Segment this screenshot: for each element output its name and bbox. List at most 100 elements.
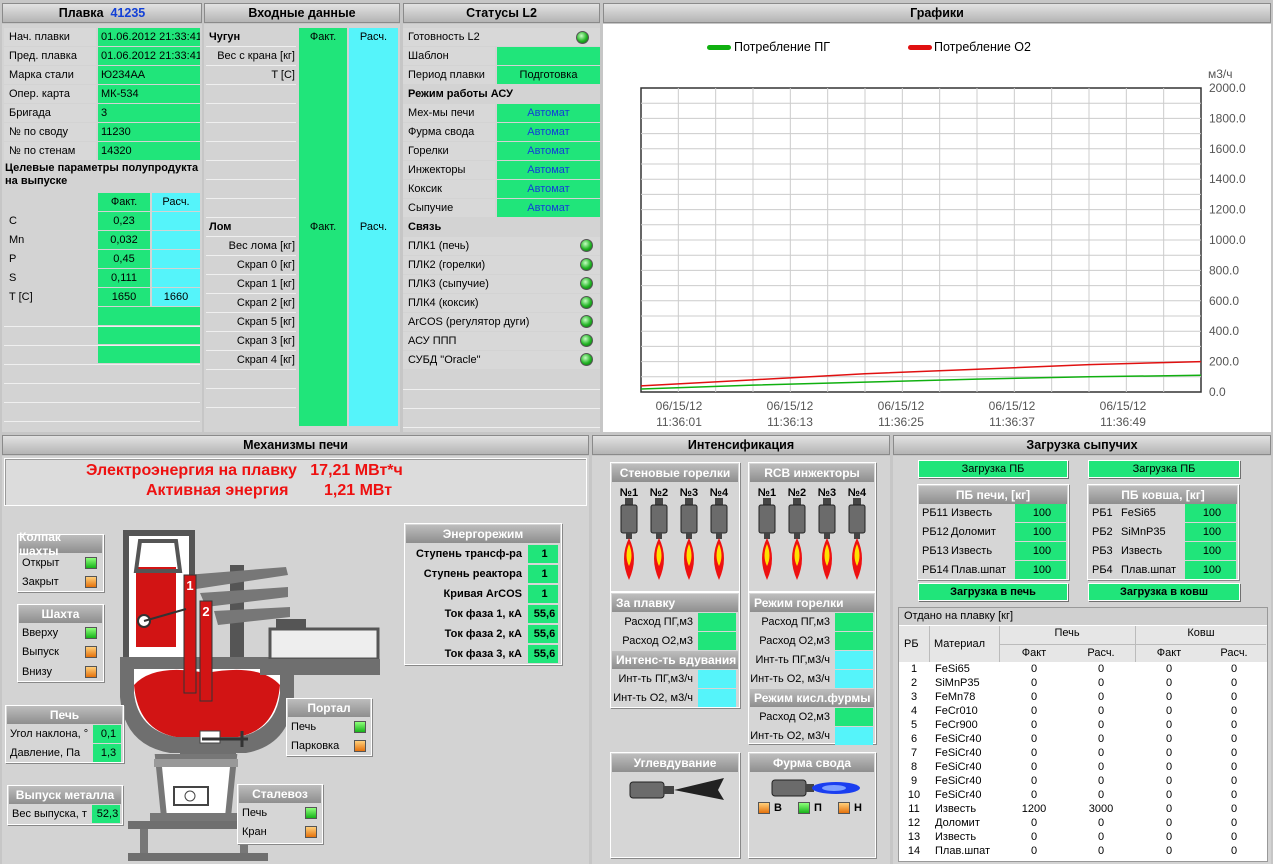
ugl-title: Углевдувание [612, 754, 738, 772]
mode-value: Автомат [497, 104, 600, 122]
otdano-pech-calc: 0 [1097, 733, 1105, 745]
row-divider [206, 274, 296, 275]
otdano-pech-fact: 0 [1030, 845, 1038, 857]
chugun-row-label: T [C] [271, 69, 295, 81]
kolpak-open-label: Открыт [22, 557, 60, 569]
rezhim-row-value [835, 651, 873, 669]
col-pech-fact: Факт [1021, 647, 1047, 659]
load-pb-furnace-button[interactable]: Загрузка ПБ [918, 460, 1068, 478]
link-status-led-icon [580, 315, 593, 328]
otdano-kovsh-fact: 0 [1165, 691, 1173, 703]
int-row-label: Инт-ть О2, м3/ч [613, 692, 693, 704]
mode-value: Автомат [497, 142, 600, 160]
row-divider [206, 407, 296, 408]
vypusk-weight-value: 52,3 [92, 805, 120, 823]
otdano-material: SiMnP35 [935, 677, 980, 689]
int-row-value [698, 689, 736, 707]
chugun-label: Чугун [209, 31, 241, 43]
otdano-pech-calc: 0 [1097, 845, 1105, 857]
otdano-material: FeSiCr40 [935, 761, 982, 773]
za-plavku-row-value [698, 632, 736, 650]
row-divider [206, 293, 296, 294]
link-title: Связь [408, 221, 442, 233]
plavka-row-value: Ю234АА [98, 66, 200, 84]
status-header: Статусы L2 [403, 3, 600, 23]
pb-pechi-rb: РБ11 [922, 507, 948, 519]
pb-pechi-material: Доломит [951, 526, 996, 538]
furma-mid-label: П [814, 802, 822, 814]
int-row-value [698, 670, 736, 688]
intens-title: Интенсификация [687, 438, 795, 452]
energo-row-label: Ток фаза 2, кА [444, 628, 522, 640]
row-divider [206, 160, 296, 161]
plavka-title: Плавка [58, 6, 104, 20]
furma-title: Фурма свода [750, 754, 874, 772]
row-divider [206, 179, 296, 180]
kisl-title: Режим кисл.фурмы [750, 689, 874, 707]
period-label: Период плавки [403, 66, 495, 84]
portal-parking-indicator-icon [354, 740, 366, 752]
load-header: Загрузка сыпучих [893, 435, 1271, 455]
rezhim-row-label: Инт-ть ПГ,м3/ч [755, 654, 830, 666]
lom-row-label: Скрап 5 [кг] [236, 316, 295, 328]
row-divider [206, 84, 296, 85]
rezhim-row-value [835, 613, 873, 631]
input-col-fact: Факт. [309, 31, 337, 43]
otdano-rb: 2 [910, 677, 918, 689]
x-tick-time: 11:36:01 [656, 415, 702, 429]
row-divider [206, 350, 296, 351]
kisl-row-label: Расход О2,м3 [759, 711, 830, 723]
otdano-kovsh-calc: 0 [1230, 845, 1238, 857]
burner-flame-icon [710, 498, 728, 580]
lom-col-calc: Расч. [349, 218, 398, 236]
col-kovsh-fact: Факт [1156, 647, 1182, 659]
target-param-fact: 0,45 [98, 250, 150, 268]
link-status-led-icon [580, 353, 593, 366]
otdano-pech-fact: 0 [1030, 775, 1038, 787]
pb-kovsha-rb: РБ2 [1092, 526, 1113, 538]
pb-pechi-material: Известь [951, 507, 993, 519]
otdano-pech-fact: 0 [1030, 761, 1038, 773]
row-divider [4, 402, 200, 403]
link-label: ПЛК2 (горелки) [403, 256, 600, 274]
x-tick-time: 11:36:25 [878, 415, 924, 429]
otdano-pech-calc: 0 [1097, 719, 1105, 731]
otdano-pech-calc: 0 [1097, 677, 1105, 689]
otdano-material: Плав.шпат [935, 845, 991, 857]
shahta-down-label: Внизу [22, 666, 52, 678]
load-to-ladle-button[interactable]: Загрузка в ковш [1088, 583, 1240, 601]
row-divider [206, 122, 296, 123]
y-tick-label: 200.0 [1209, 355, 1239, 369]
pb-pechi-rb: РБ14 [922, 564, 949, 576]
x-tick-time: 11:36:49 [1100, 415, 1146, 429]
energo-row-value: 55,6 [528, 645, 558, 663]
otdano-head-divider-v3 [1135, 626, 1136, 662]
target-param-label: C [9, 215, 17, 227]
col-material: Материал [934, 638, 985, 650]
y-tick-label: 0.0 [1209, 385, 1226, 399]
otdano-material: FeSi65 [935, 663, 970, 675]
row-divider [206, 217, 296, 218]
ready-label: Готовность L2 [403, 28, 600, 46]
shahta-release-indicator-icon [85, 646, 97, 658]
otdano-kovsh-fact: 0 [1165, 789, 1173, 801]
target-param-label: S [9, 272, 17, 284]
otdano-pech-calc: 0 [1097, 775, 1105, 787]
target-empty-cell [98, 326, 200, 344]
otdano-kovsh-fact: 0 [1165, 845, 1173, 857]
mode-label: Фурма свода [403, 123, 495, 141]
energo-row-label: Ток фаза 1, кА [444, 608, 522, 620]
load-to-furnace-button[interactable]: Загрузка в печь [918, 583, 1068, 601]
lom-col-fact: Факт. [299, 218, 347, 236]
otdano-kovsh-calc: 0 [1230, 747, 1238, 759]
target-param-label: T [C] [9, 291, 33, 303]
template-label: Шаблон [403, 47, 495, 65]
shahta-title: Шахта [19, 605, 102, 623]
load-pb-ladle-button[interactable]: Загрузка ПБ [1088, 460, 1240, 478]
col-kovsh-calc: Расч. [1220, 647, 1248, 659]
otdano-kovsh-calc: 0 [1230, 705, 1238, 717]
portal-pech-indicator-icon [354, 721, 366, 733]
mode-label: Горелки [403, 142, 495, 160]
otdano-material: FeSiCr40 [935, 775, 982, 787]
pech-title: Печь [7, 706, 122, 724]
